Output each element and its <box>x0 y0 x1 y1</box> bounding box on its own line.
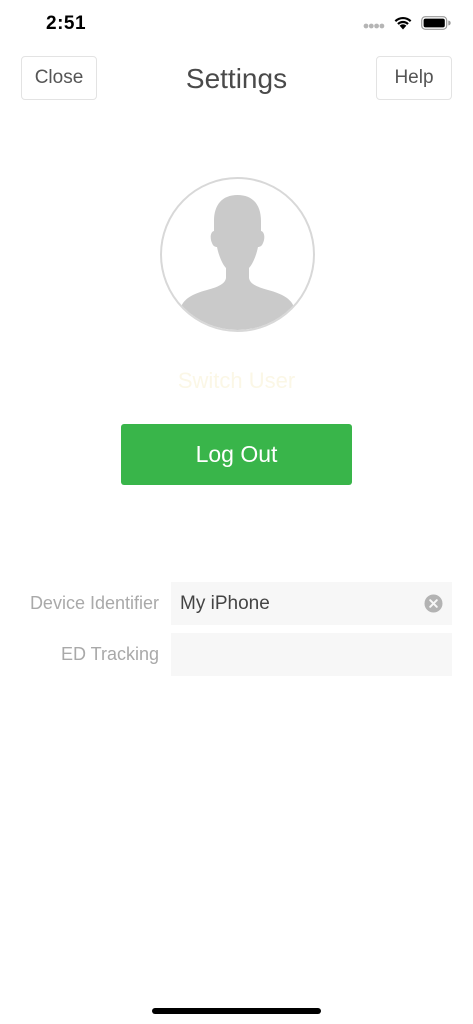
person-silhouette-icon <box>162 179 313 330</box>
status-icons <box>363 14 451 36</box>
ed-tracking-input[interactable] <box>171 633 452 676</box>
ed-tracking-label: ED Tracking <box>60 644 159 664</box>
device-identifier-label: Device Identifier <box>29 593 159 613</box>
battery-icon <box>421 15 451 35</box>
ed-tracking-field-container <box>171 633 452 676</box>
avatar <box>160 177 315 332</box>
close-button[interactable]: Close <box>21 56 97 100</box>
signal-dots-icon <box>363 16 385 34</box>
help-button[interactable]: Help <box>376 56 452 100</box>
home-indicator[interactable] <box>152 1008 321 1014</box>
clear-circle-icon[interactable] <box>424 594 443 613</box>
switch-user-link[interactable]: Switch User <box>0 368 473 394</box>
device-identifier-field-container <box>171 582 452 625</box>
wifi-icon <box>393 15 413 35</box>
device-identifier-input[interactable] <box>171 582 416 625</box>
settings-screen: 2:51 Close Settings Help Switch User Log… <box>0 0 473 1024</box>
status-time: 2:51 <box>46 13 87 34</box>
logout-button[interactable]: Log Out <box>121 424 352 485</box>
